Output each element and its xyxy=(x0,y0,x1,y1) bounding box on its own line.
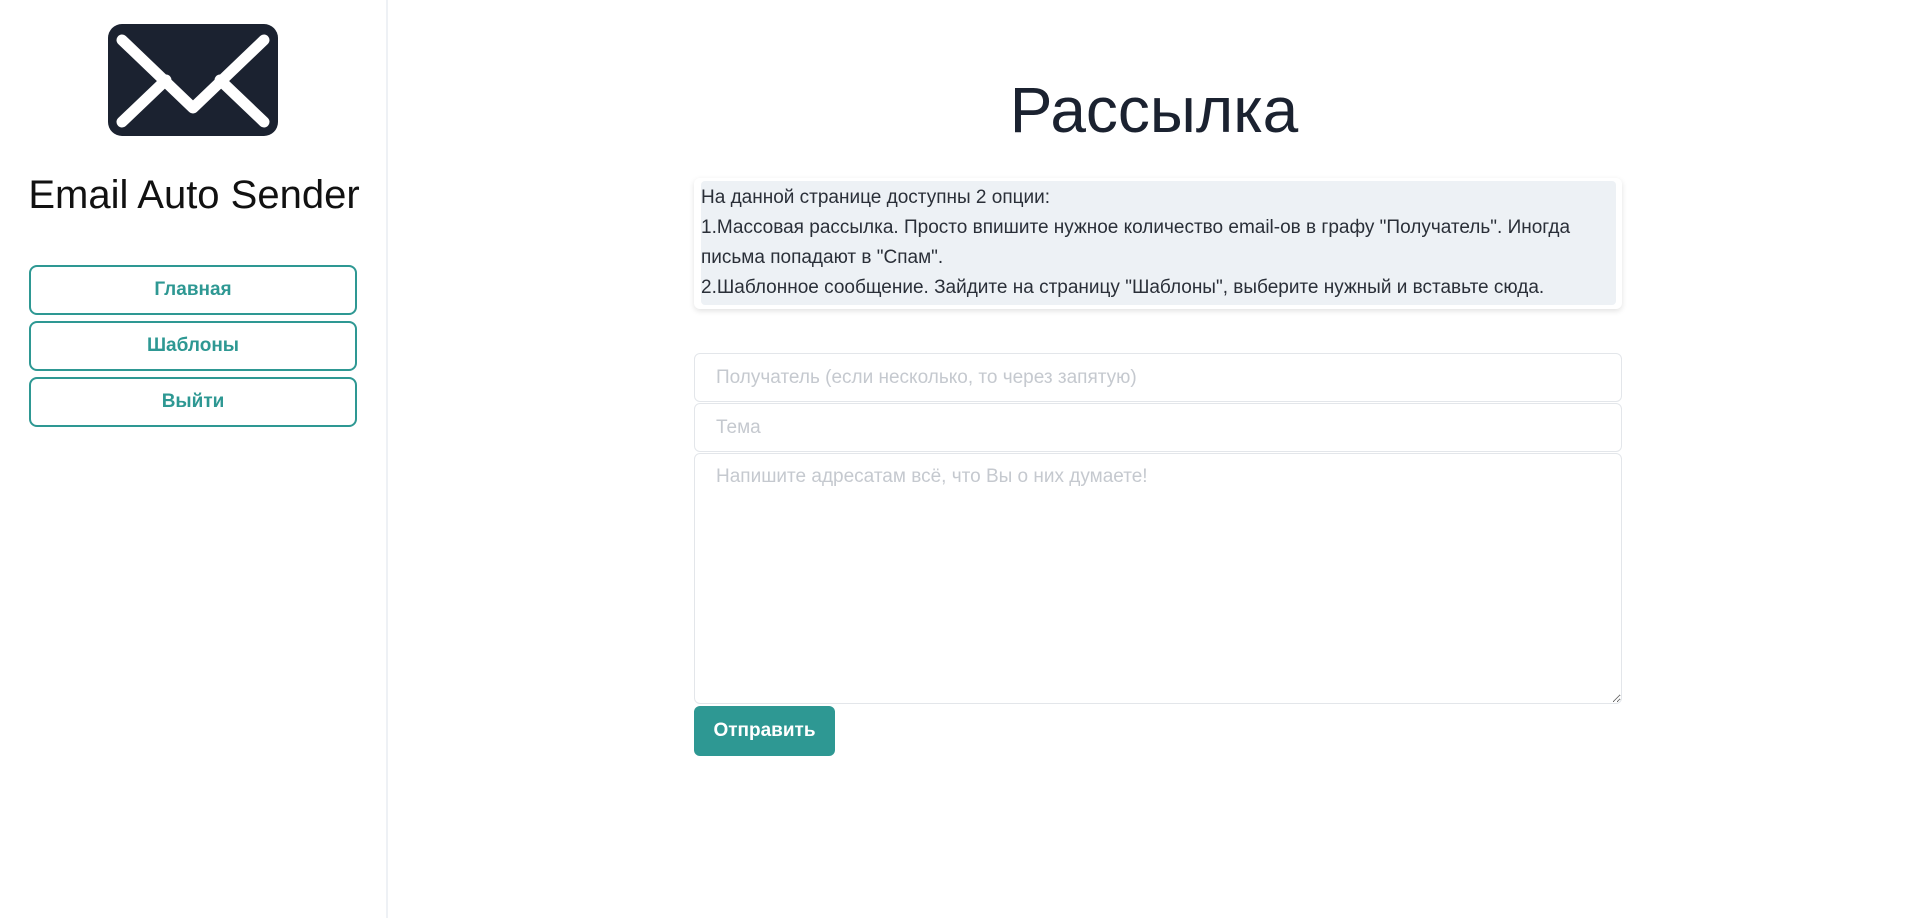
send-button[interactable]: Отправить xyxy=(694,706,835,756)
sidebar-nav: Главная Шаблоны Выйти xyxy=(29,265,357,433)
recipient-input[interactable] xyxy=(694,353,1622,402)
nav-home-button[interactable]: Главная xyxy=(29,265,357,315)
nav-templates-button[interactable]: Шаблоны xyxy=(29,321,357,371)
main-content: Рассылка На данной странице доступны 2 о… xyxy=(388,0,1920,918)
subject-input[interactable] xyxy=(694,403,1622,452)
info-box: На данной странице доступны 2 опции: 1.М… xyxy=(694,178,1622,309)
info-line-intro: На данной странице доступны 2 опции: xyxy=(701,187,1050,208)
nav-logout-button[interactable]: Выйти xyxy=(29,377,357,427)
envelope-icon xyxy=(108,24,278,136)
info-line-mass-mailing: 1.Массовая рассылка. Просто впишите нужн… xyxy=(701,217,1571,268)
message-textarea[interactable] xyxy=(694,453,1622,704)
sidebar: Email Auto Sender Главная Шаблоны Выйти xyxy=(0,0,388,918)
info-content: На данной странице доступны 2 опции: 1.М… xyxy=(701,181,1616,305)
info-line-template: 2.Шаблонное сообщение. Зайдите на страни… xyxy=(701,277,1545,298)
mail-form: Отправить xyxy=(694,353,1622,756)
page-title: Рассылка xyxy=(1009,74,1299,146)
app-name: Email Auto Sender xyxy=(28,173,360,217)
